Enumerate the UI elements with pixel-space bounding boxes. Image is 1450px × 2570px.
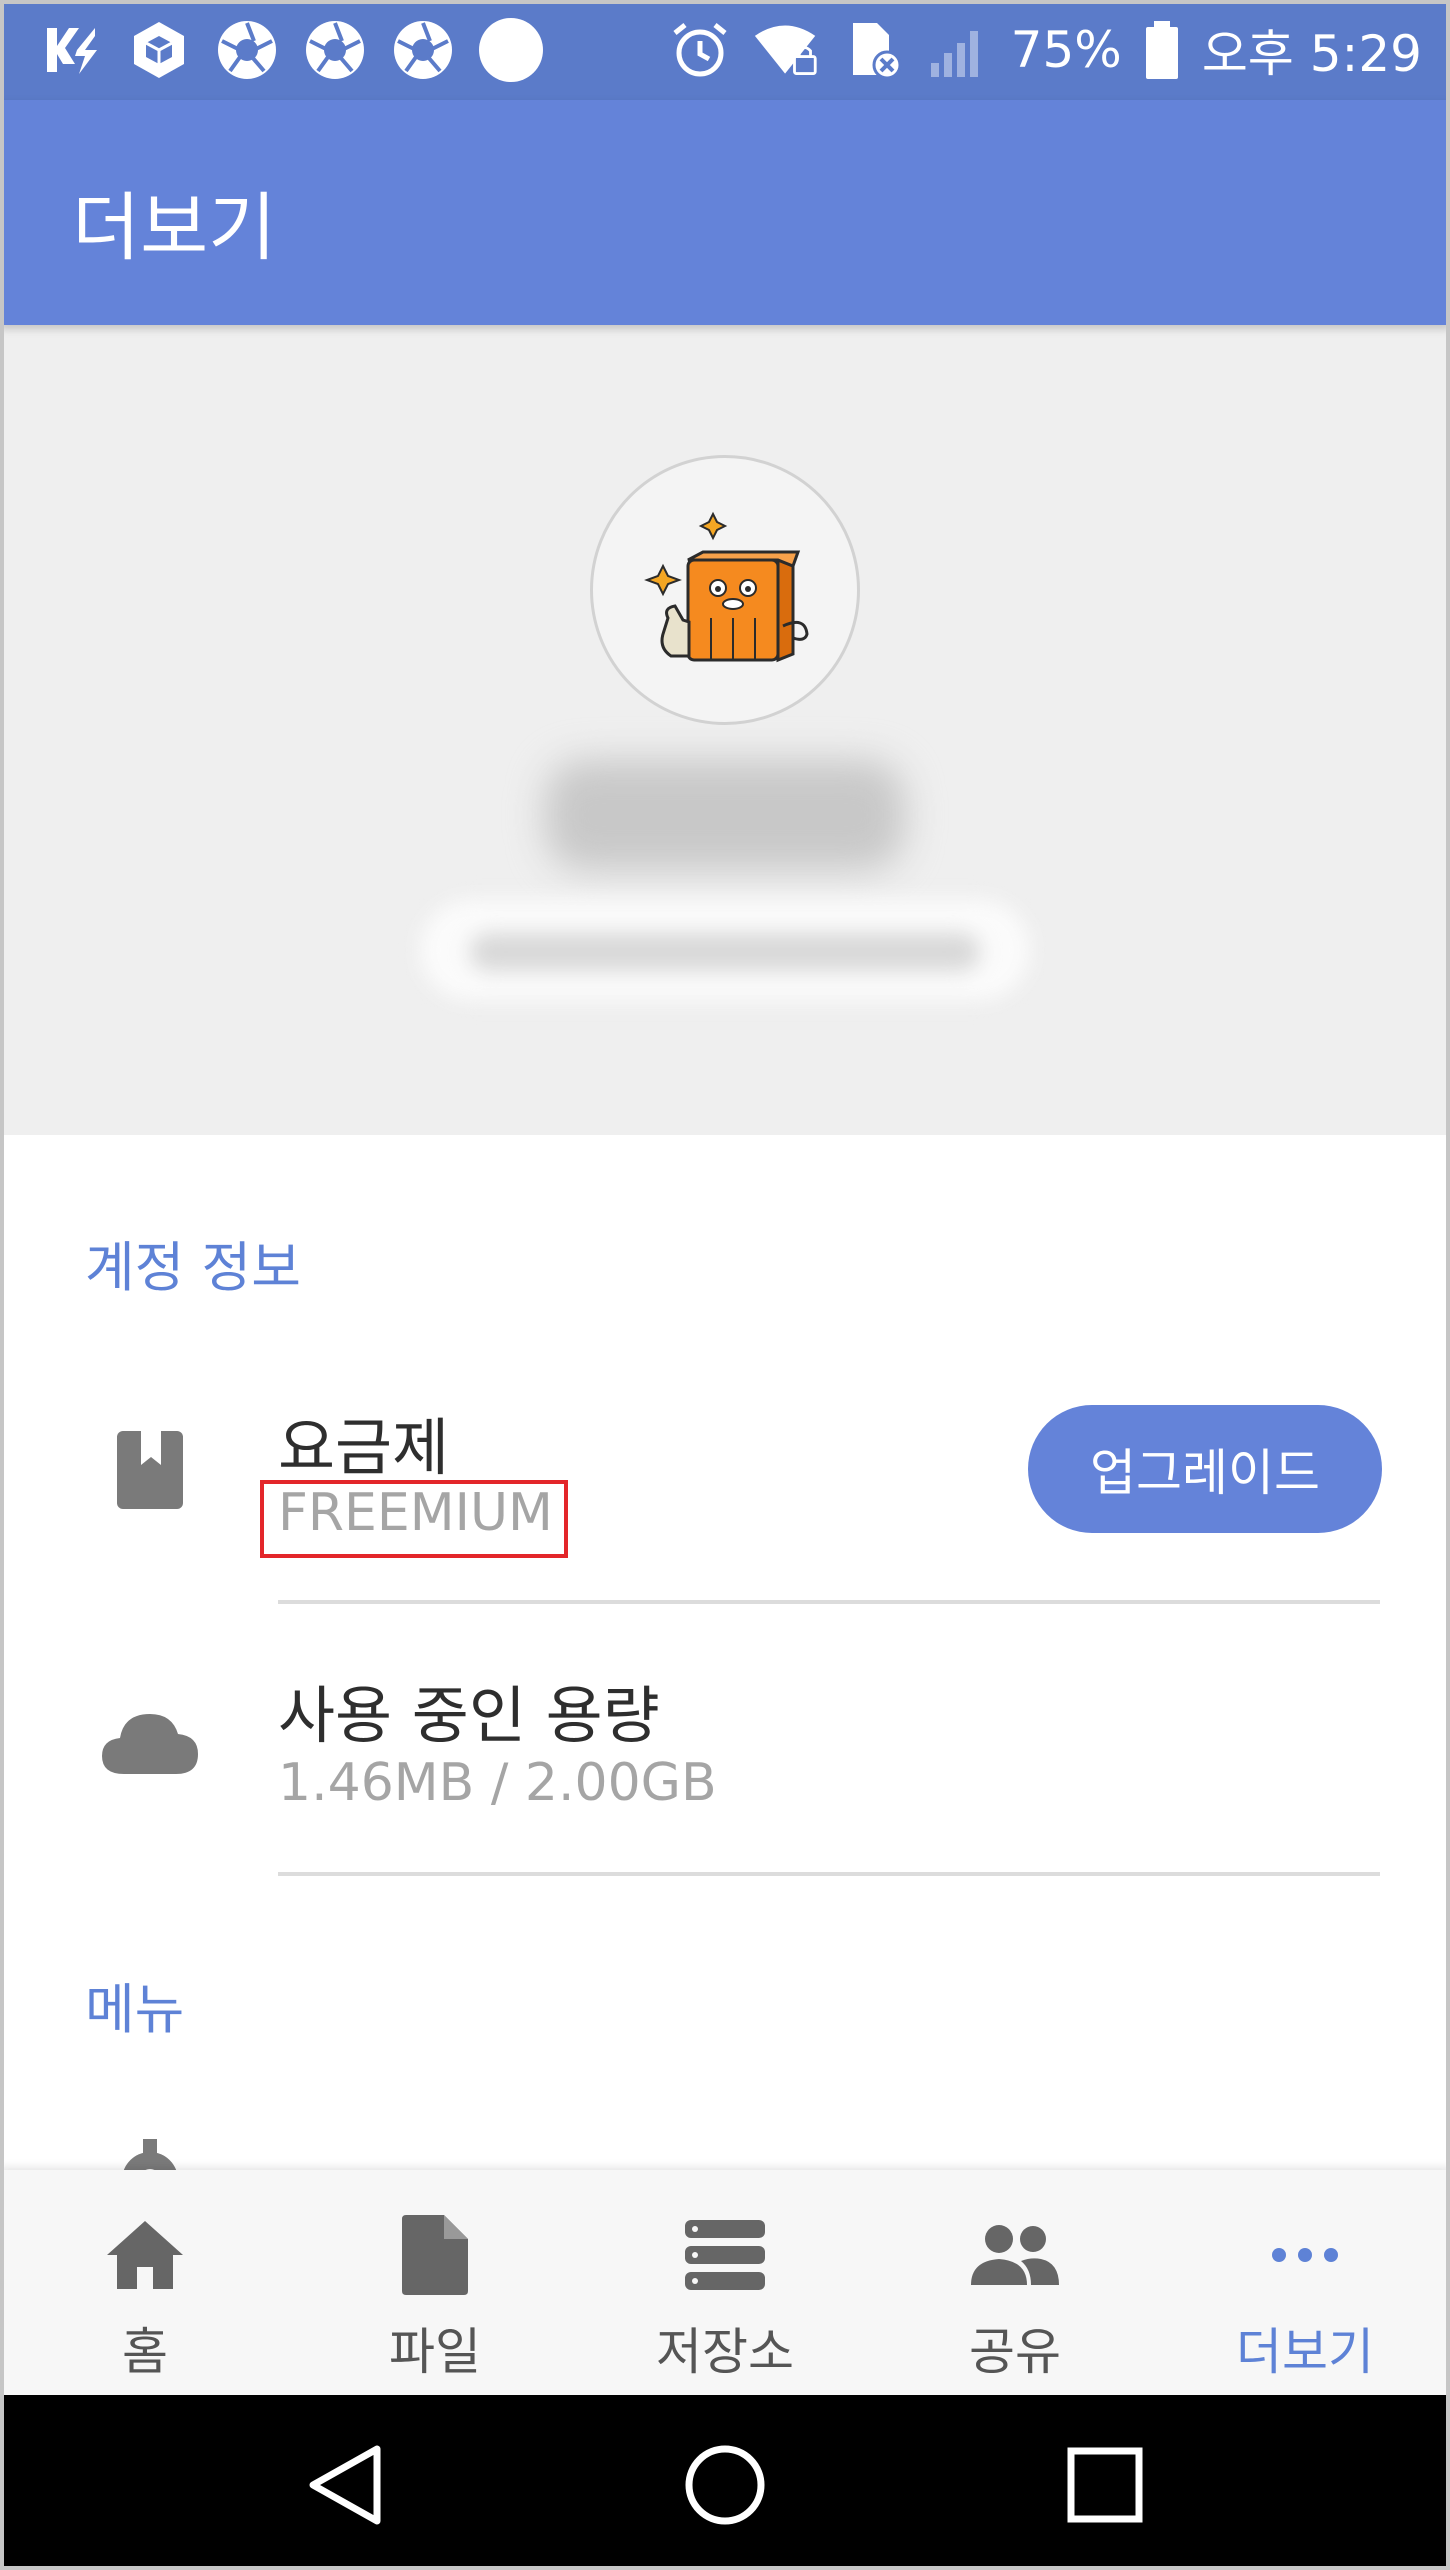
nav-item-home[interactable]: 홈 bbox=[0, 2170, 290, 2395]
storage-icon bbox=[675, 2210, 775, 2300]
cube-icon bbox=[126, 17, 192, 83]
battery-percent: 75% bbox=[1010, 21, 1122, 79]
shutter-icon bbox=[302, 17, 368, 83]
divider bbox=[278, 1872, 1380, 1876]
status-bar: 75% 오후 5:29 bbox=[0, 0, 1450, 100]
nav-item-file[interactable]: 파일 bbox=[290, 2170, 580, 2395]
status-left-icons bbox=[38, 18, 544, 82]
storage-value: 1.46MB / 2.00GB bbox=[278, 1753, 717, 1813]
divider bbox=[278, 1600, 1380, 1604]
nav-label: 저장소 bbox=[656, 2323, 794, 2381]
plan-value-highlight bbox=[260, 1480, 568, 1558]
book-icon bbox=[100, 1420, 200, 1520]
nav-item-share[interactable]: 공유 bbox=[870, 2170, 1160, 2395]
gear-icon[interactable] bbox=[100, 2130, 200, 2170]
user-name-blurred bbox=[545, 760, 905, 870]
alarm-icon bbox=[667, 17, 733, 83]
file-icon bbox=[385, 2210, 485, 2300]
back-icon[interactable] bbox=[295, 2435, 395, 2535]
menu-section-label: 메뉴 bbox=[85, 1978, 185, 2041]
battery-icon bbox=[1142, 17, 1182, 83]
storage-title: 사용 중인 용량 bbox=[278, 1679, 660, 1752]
home-icon bbox=[95, 2210, 195, 2300]
recents-icon[interactable] bbox=[1055, 2435, 1155, 2535]
user-email-blurred-text bbox=[470, 933, 980, 971]
app-bar: 더보기 bbox=[0, 100, 1450, 325]
plan-title: 요금제 bbox=[278, 1411, 450, 1484]
nav-label: 더보기 bbox=[1236, 2323, 1374, 2381]
cloud-icon bbox=[100, 1693, 200, 1793]
avatar[interactable] bbox=[590, 455, 860, 725]
bottom-nav: 홈 파일 저장소 공유 더보기 bbox=[0, 2170, 1450, 2395]
page-title: 더보기 bbox=[72, 185, 277, 271]
circle-icon bbox=[478, 17, 544, 83]
status-time: 오후 5:29 bbox=[1201, 25, 1422, 83]
status-right-icons: 75% 오후 5:29 bbox=[667, 17, 1422, 83]
wifi-locked-icon bbox=[753, 17, 819, 83]
nav-item-storage[interactable]: 저장소 bbox=[580, 2170, 870, 2395]
nav-label: 파일 bbox=[389, 2323, 481, 2381]
nav-label: 홈 bbox=[122, 2323, 168, 2381]
nav-item-more[interactable]: 더보기 bbox=[1160, 2170, 1450, 2395]
shutter-icon bbox=[390, 17, 456, 83]
kakao-talk-icon bbox=[38, 17, 104, 83]
people-icon bbox=[965, 2210, 1065, 2300]
account-section-label: 계정 정보 bbox=[85, 1236, 301, 1299]
system-nav-bar bbox=[0, 2395, 1450, 2570]
nav-label: 공유 bbox=[969, 2323, 1061, 2381]
upgrade-button[interactable]: 업그레이드 bbox=[1028, 1405, 1382, 1533]
sim-error-icon bbox=[839, 17, 905, 83]
more-content: 계정 정보 요금제 FREEMIUM 업그레이드 사용 중인 용량 1.46MB… bbox=[0, 1135, 1450, 2170]
profile-header bbox=[0, 325, 1450, 1135]
shutter-icon bbox=[214, 17, 280, 83]
home-button-icon[interactable] bbox=[675, 2435, 775, 2535]
signal-icon bbox=[925, 17, 991, 83]
more-icon bbox=[1255, 2210, 1355, 2300]
